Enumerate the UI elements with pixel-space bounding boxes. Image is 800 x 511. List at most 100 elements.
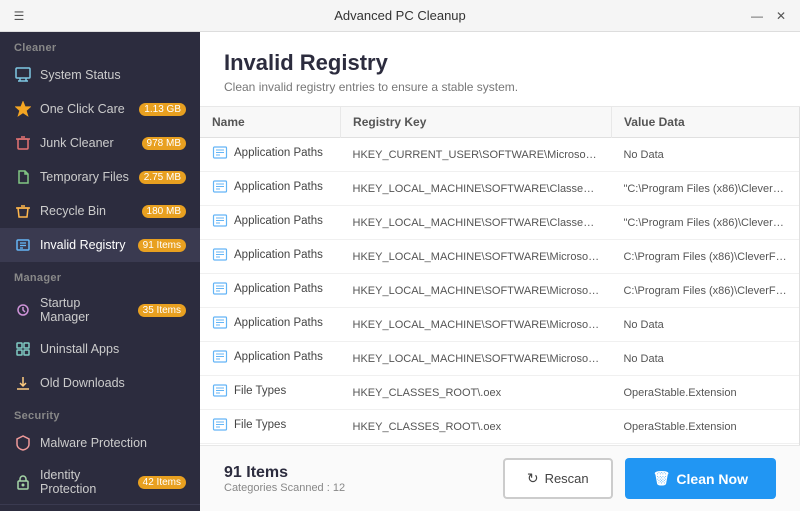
registry-row-icon [212, 349, 228, 365]
registry-icon [14, 236, 32, 254]
sidebar-item-system-status[interactable]: System Status [0, 58, 200, 92]
sidebar-item-label: Invalid Registry [40, 238, 130, 252]
table-row: Application Paths HKEY_CURRENT_USER\SOFT… [200, 138, 799, 172]
lock-icon [14, 473, 32, 491]
row-name: Application Paths [200, 206, 341, 240]
clean-icon: 🗑 [653, 470, 671, 487]
row-name: Application Paths [200, 240, 341, 274]
row-name-text: Application Paths [234, 351, 323, 363]
content-header: Invalid Registry Clean invalid registry … [200, 32, 800, 107]
sidebar-item-temporary-files[interactable]: Temporary Files 2.75 MB [0, 160, 200, 194]
identity-badge: 42 Items [138, 476, 186, 489]
row-name-text: Application Paths [234, 249, 323, 261]
title-bar: ☰ Advanced PC Cleanup — ✕ [0, 0, 800, 32]
sidebar-item-old-downloads[interactable]: Old Downloads [0, 366, 200, 400]
registry-table-container[interactable]: Name Registry Key Value Data [200, 107, 800, 445]
row-value-data: No Data [611, 342, 799, 376]
registry-table: Name Registry Key Value Data [200, 107, 799, 445]
row-name-text: Application Paths [234, 215, 323, 227]
row-name-text: Application Paths [234, 147, 323, 159]
row-registry-key: HKEY_LOCAL_MACHINE\SOFTWARE\Microsoft\Wi… [341, 342, 612, 376]
table-row: Application Paths HKEY_LOCAL_MACHINE\SOF… [200, 172, 799, 206]
row-name: Application Paths [200, 274, 341, 308]
registry-row-icon [212, 281, 228, 297]
sidebar-item-recycle-bin[interactable]: Recycle Bin 180 MB [0, 194, 200, 228]
cleaner-section-label: Cleaner [0, 32, 200, 58]
window-controls: — ✕ [748, 7, 790, 25]
row-registry-key: HKEY_CLASSES_ROOT\.oex [341, 376, 612, 410]
row-registry-key: HKEY_LOCAL_MACHINE\SOFTWARE\Classes\Appl… [341, 206, 612, 240]
recycle-badge: 180 MB [142, 205, 186, 218]
sidebar-item-malware-protection[interactable]: Malware Protection [0, 426, 200, 460]
sidebar-item-label: Old Downloads [40, 376, 186, 390]
sidebar-item-label: Identity Protection [40, 468, 130, 496]
download-icon [14, 374, 32, 392]
row-value-data: OperaStable.Extension [611, 410, 799, 444]
registry-row-icon [212, 213, 228, 229]
sidebar-item-invalid-registry[interactable]: Invalid Registry 91 Items [0, 228, 200, 262]
footer-info: 91 Items Categories Scanned : 12 [224, 464, 345, 494]
row-value-data: "C:\Program Files (x86)\CleverFile... [611, 172, 799, 206]
row-value-data: OperaStable.Extension [611, 376, 799, 410]
manager-section-label: Manager [0, 262, 200, 288]
row-name: Application Paths [200, 308, 341, 342]
file-icon [14, 168, 32, 186]
row-name-text: Application Paths [234, 283, 323, 295]
registry-row-icon [212, 315, 228, 331]
close-button[interactable]: ✕ [772, 7, 790, 25]
rescan-icon: ↻ [527, 470, 539, 487]
sidebar: Cleaner System Status One Click Care 1.1… [0, 32, 200, 511]
title-bar-left: ☰ [10, 7, 28, 25]
table-row: File Types HKEY_CLASSES_ROOT\.oex OperaS… [200, 376, 799, 410]
content-footer: 91 Items Categories Scanned : 12 ↻ Resca… [200, 445, 800, 511]
one-click-badge: 1.13 GB [139, 103, 186, 116]
categories-scanned: Categories Scanned : 12 [224, 482, 345, 494]
bin-icon [14, 202, 32, 220]
sidebar-item-startup-manager[interactable]: Startup Manager 35 Items [0, 288, 200, 332]
table-row: Application Paths HKEY_LOCAL_MACHINE\SOF… [200, 206, 799, 240]
row-name-text: Application Paths [234, 181, 323, 193]
row-name: Application Paths [200, 172, 341, 206]
table-row: File Types HKEY_CLASSES_ROOT\.oex OperaS… [200, 410, 799, 444]
sidebar-bottom: ✔ Registered Version 1.0.0.27007 Check f… [0, 504, 200, 511]
sidebar-item-uninstall-apps[interactable]: Uninstall Apps [0, 332, 200, 366]
junk-badge: 978 MB [142, 137, 186, 150]
page-subtitle: Clean invalid registry entries to ensure… [224, 80, 776, 94]
trash-icon [14, 134, 32, 152]
sidebar-item-label: System Status [40, 68, 186, 82]
menu-icon[interactable]: ☰ [10, 7, 28, 25]
temp-badge: 2.75 MB [139, 171, 186, 184]
rescan-label: Rescan [545, 471, 589, 486]
sidebar-item-junk-cleaner[interactable]: Junk Cleaner 978 MB [0, 126, 200, 160]
minimize-button[interactable]: — [748, 7, 766, 25]
row-name-text: Application Paths [234, 317, 323, 329]
registry-row-icon [212, 145, 228, 161]
row-name-text: File Types [234, 385, 286, 397]
registry-row-icon [212, 179, 228, 195]
clean-label: Clean Now [676, 471, 748, 487]
row-value-data: No Data [611, 308, 799, 342]
app-body: Cleaner System Status One Click Care 1.1… [0, 32, 800, 511]
row-registry-key: HKEY_LOCAL_MACHINE\SOFTWARE\Microsoft\Wi… [341, 308, 612, 342]
table-row: Application Paths HKEY_LOCAL_MACHINE\SOF… [200, 274, 799, 308]
startup-icon [14, 301, 32, 319]
row-value-data: C:\Program Files (x86)\CleverFiles\... [611, 240, 799, 274]
row-name: File Types [200, 376, 341, 410]
table-row: Application Paths HKEY_LOCAL_MACHINE\SOF… [200, 342, 799, 376]
clean-now-button[interactable]: 🗑 Clean Now [625, 458, 776, 499]
registry-row-icon [212, 383, 228, 399]
sidebar-item-label: Startup Manager [40, 296, 130, 324]
rescan-button[interactable]: ↻ Rescan [503, 458, 613, 499]
row-value-data: "C:\Program Files (x86)\CleverFile... [611, 206, 799, 240]
table-row: Application Paths HKEY_LOCAL_MACHINE\SOF… [200, 240, 799, 274]
row-name-text: File Types [234, 419, 286, 431]
security-section-label: Security [0, 400, 200, 426]
shield-icon [14, 434, 32, 452]
table-row: Application Paths HKEY_LOCAL_MACHINE\SOF… [200, 308, 799, 342]
sidebar-item-identity-protection[interactable]: Identity Protection 42 Items [0, 460, 200, 504]
sidebar-item-one-click-care[interactable]: One Click Care 1.13 GB [0, 92, 200, 126]
monitor-icon [14, 66, 32, 84]
app-title: Advanced PC Cleanup [334, 8, 466, 23]
row-registry-key: HKEY_CURRENT_USER\SOFTWARE\Microsoft\Win… [341, 138, 612, 172]
footer-actions: ↻ Rescan 🗑 Clean Now [503, 458, 776, 499]
